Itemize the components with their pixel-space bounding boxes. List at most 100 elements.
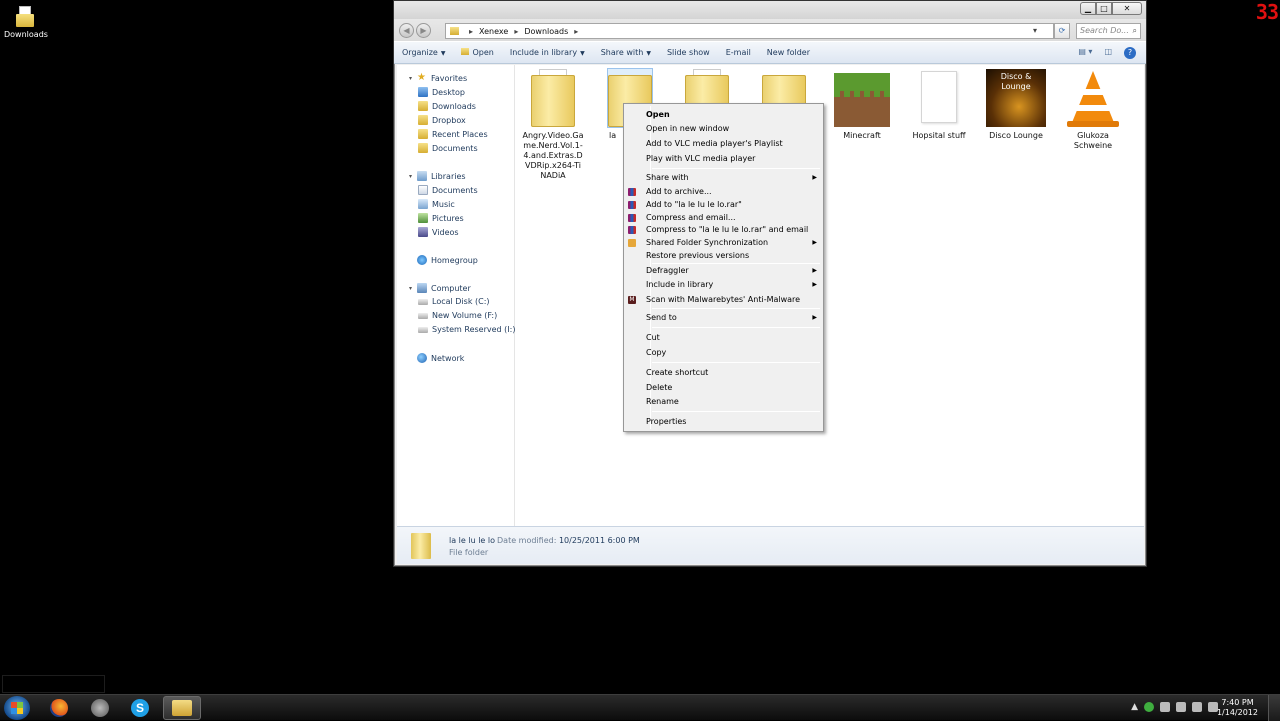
tray-app-icon[interactable] — [1160, 702, 1170, 712]
folder-icon — [411, 533, 431, 559]
view-options-icon[interactable]: ▤ ▾ — [1078, 47, 1092, 59]
taskbar-steam[interactable] — [81, 696, 119, 720]
search-input[interactable]: Search Do... ⌕ — [1076, 23, 1141, 39]
menu-malwarebytes[interactable]: M Scan with Malwarebytes' Anti-Malware — [624, 293, 823, 306]
nav-lib-pictures[interactable]: Pictures — [418, 213, 464, 223]
ghost-outline — [2, 675, 105, 693]
submenu-arrow-icon: ▶ — [812, 281, 817, 288]
downloads-folder-icon — [16, 6, 34, 28]
menu-open-new-window[interactable]: Open in new window — [624, 122, 823, 135]
computer-icon — [417, 283, 427, 293]
menu-restore-versions[interactable]: Restore previous versions — [624, 249, 823, 262]
nav-favorites[interactable]: ▾ ★ Favorites — [409, 73, 467, 83]
minimize-button[interactable]: ▁ — [1080, 2, 1096, 15]
organize-button[interactable]: Organize ▼ — [402, 48, 445, 57]
menu-open[interactable]: Open — [624, 108, 823, 121]
address-row: ◀ ▶ ▸ Xenexe ▸ Downloads ▸ ▾ ⟳ Search Do… — [394, 19, 1146, 41]
share-with-button[interactable]: Share with ▼ — [601, 48, 651, 57]
menu-vlc-play[interactable]: Play with VLC media player — [624, 152, 823, 165]
taskbar-firefox[interactable] — [40, 696, 78, 720]
search-placeholder: Search Do... — [1080, 26, 1129, 35]
file-item[interactable]: Angry.Video.Game.Nerd.Vol.1-4.and.Extras… — [518, 65, 588, 181]
nav-lib-documents[interactable]: Documents — [418, 185, 478, 195]
menu-send-to[interactable]: Send to ▶ — [624, 311, 823, 324]
menu-create-shortcut[interactable]: Create shortcut — [624, 366, 823, 379]
back-button[interactable]: ◀ — [399, 23, 414, 38]
file-item-minecraft[interactable]: Minecraft — [827, 65, 897, 141]
nav-lib-videos[interactable]: Videos — [418, 227, 459, 237]
nav-new-volume-f[interactable]: New Volume (F:) — [418, 311, 497, 320]
nav-desktop[interactable]: Desktop — [418, 87, 465, 97]
file-item-glukoza[interactable]: Glukoza Schweine — [1058, 65, 1128, 151]
tray-app-icon[interactable] — [1176, 702, 1186, 712]
maximize-button[interactable]: □ — [1096, 2, 1112, 15]
open-button[interactable]: Open — [461, 48, 494, 57]
windows-logo-icon — [11, 702, 23, 714]
close-button[interactable]: ✕ — [1112, 2, 1142, 15]
tray-app-icon[interactable] — [1144, 702, 1154, 712]
context-menu: Open Open in new window Add to VLC media… — [623, 103, 824, 432]
file-label: Glukoza Schweine — [1073, 131, 1113, 150]
breadcrumb-downloads[interactable]: Downloads — [524, 27, 568, 36]
email-button[interactable]: E-mail — [726, 48, 751, 57]
downloads-icon — [418, 101, 428, 111]
steam-icon — [91, 699, 109, 717]
preview-pane-icon[interactable]: ◫ — [1104, 47, 1112, 59]
forward-button[interactable]: ▶ — [416, 23, 431, 38]
taskbar-explorer[interactable] — [163, 696, 201, 720]
documents-icon — [418, 185, 428, 195]
menu-add-archive[interactable]: Add to archive... — [624, 185, 823, 198]
start-button[interactable] — [4, 696, 30, 720]
tray-network-icon[interactable] — [1192, 702, 1202, 712]
menu-copy[interactable]: Copy — [624, 346, 823, 359]
file-item-hopsital-stuff[interactable]: Hopsital stuff — [904, 65, 974, 141]
menu-shared-folder-sync[interactable]: Shared Folder Synchronization ▶ — [624, 236, 823, 249]
title-bar[interactable]: ▁ □ ✕ — [394, 1, 1146, 19]
nav-local-disk-c[interactable]: Local Disk (C:) — [418, 297, 490, 306]
taskbar-clock[interactable]: 7:40 PM 1/14/2012 — [1217, 698, 1258, 718]
nav-downloads[interactable]: Downloads — [418, 101, 476, 111]
file-item-disco-lounge[interactable]: Disco & Lounge Disco Lounge — [981, 65, 1051, 141]
command-bar: Organize ▼ Open Include in library ▼ Share… — [394, 41, 1146, 64]
desktop-icon-downloads[interactable]: Downloads — [4, 4, 48, 39]
homegroup-icon — [417, 255, 427, 265]
tray-expand-icon[interactable]: ▲ — [1131, 702, 1138, 712]
menu-defraggler[interactable]: Defraggler ▶ — [624, 264, 823, 277]
new-folder-button[interactable]: New folder — [767, 48, 810, 57]
libraries-icon — [417, 171, 427, 181]
refresh-button[interactable]: ⟳ — [1054, 23, 1070, 39]
nav-documents-fav[interactable]: Documents — [418, 143, 478, 153]
overlay-counter: 33 — [1255, 0, 1279, 24]
menu-compress-rar-email[interactable]: Compress to "la le lu le lo.rar" and ema… — [624, 223, 823, 236]
address-bar[interactable]: ▸ Xenexe ▸ Downloads ▸ ▾ — [445, 23, 1054, 39]
nav-system-reserved-i[interactable]: System Reserved (I:) — [418, 325, 515, 334]
skype-icon: S — [131, 699, 149, 717]
menu-rename[interactable]: Rename — [624, 395, 823, 408]
show-desktop-button[interactable] — [1268, 695, 1280, 721]
breadcrumb-xenexe[interactable]: Xenexe — [479, 27, 508, 36]
nav-homegroup[interactable]: Homegroup — [409, 255, 478, 265]
taskbar-skype[interactable]: S — [121, 696, 159, 720]
nav-libraries[interactable]: ▾ Libraries — [409, 171, 466, 181]
nav-recent-places[interactable]: Recent Places — [418, 129, 488, 139]
nav-network[interactable]: Network — [409, 353, 464, 363]
menu-share-with[interactable]: Share with ▶ — [624, 171, 823, 184]
menu-add-rar[interactable]: Add to "la le lu le lo.rar" — [624, 198, 823, 211]
menu-delete[interactable]: Delete — [624, 381, 823, 394]
open-icon — [461, 48, 470, 55]
clock-date: 1/14/2012 — [1216, 708, 1258, 717]
nav-dropbox[interactable]: Dropbox — [418, 115, 466, 125]
menu-include-library[interactable]: Include in library ▶ — [624, 278, 823, 291]
include-in-library-button[interactable]: Include in library ▼ — [510, 48, 585, 57]
details-pane: la le lu le lo Date modified: 10/25/2011… — [397, 526, 1144, 564]
document-icon — [911, 69, 967, 127]
nav-computer[interactable]: ▾ Computer — [409, 283, 471, 293]
menu-cut[interactable]: Cut — [624, 331, 823, 344]
chevron-down-icon[interactable]: ▾ — [1033, 26, 1037, 35]
help-icon[interactable]: ? — [1124, 47, 1136, 59]
menu-vlc-add-playlist[interactable]: Add to VLC media player's Playlist — [624, 137, 823, 150]
nav-lib-music[interactable]: Music — [418, 199, 455, 209]
slide-show-button[interactable]: Slide show — [667, 48, 710, 57]
menu-properties[interactable]: Properties — [624, 415, 823, 428]
winrar-icon — [628, 226, 636, 234]
